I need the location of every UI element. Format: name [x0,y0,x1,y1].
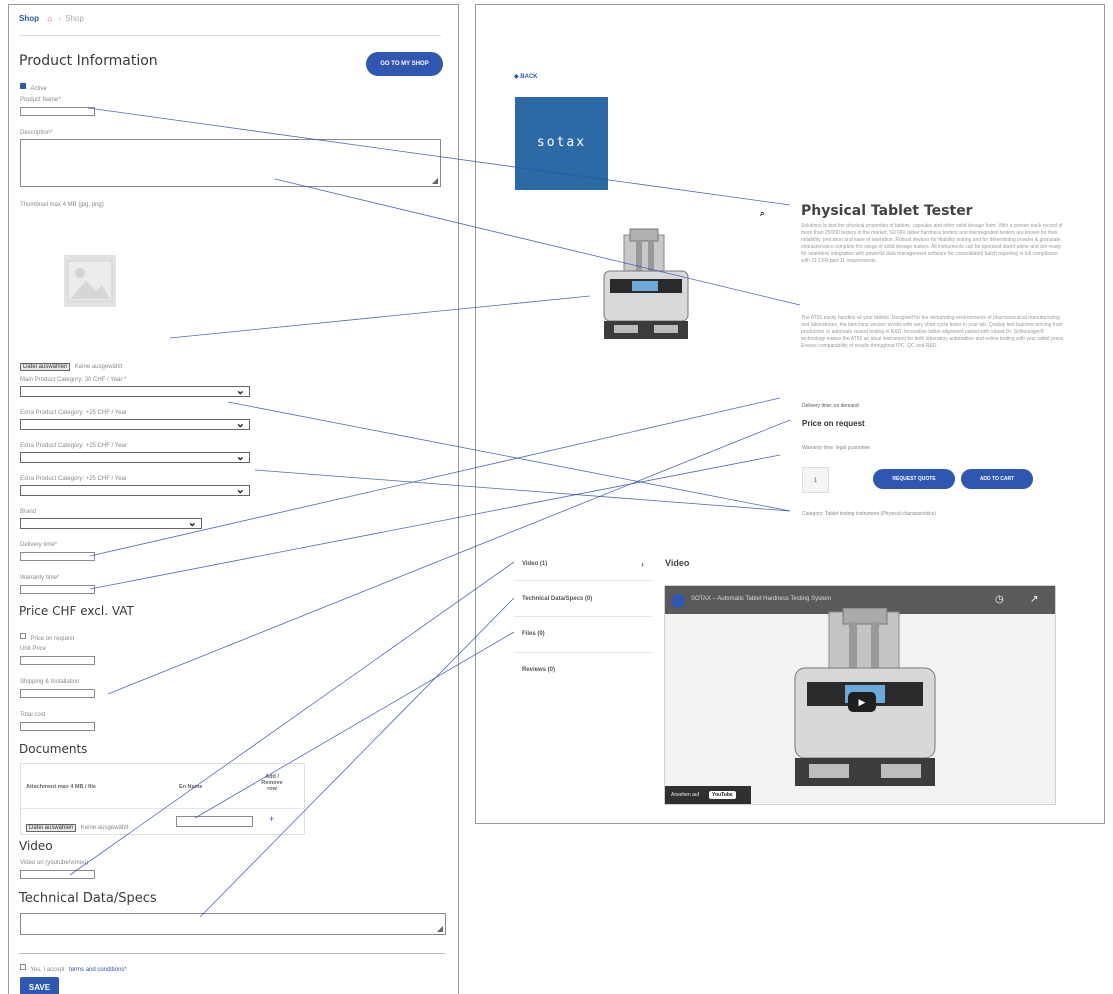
connector-line [274,178,801,306]
connector-line [227,401,791,512]
connector-line [169,295,591,339]
connector-line [87,107,791,206]
connector-line [199,597,515,918]
connector-line [89,397,781,557]
connector-line [107,419,791,695]
connector-overlay [69,107,801,918]
connector-line [194,631,515,819]
connector-line [69,561,515,876]
connector-line [89,454,781,590]
